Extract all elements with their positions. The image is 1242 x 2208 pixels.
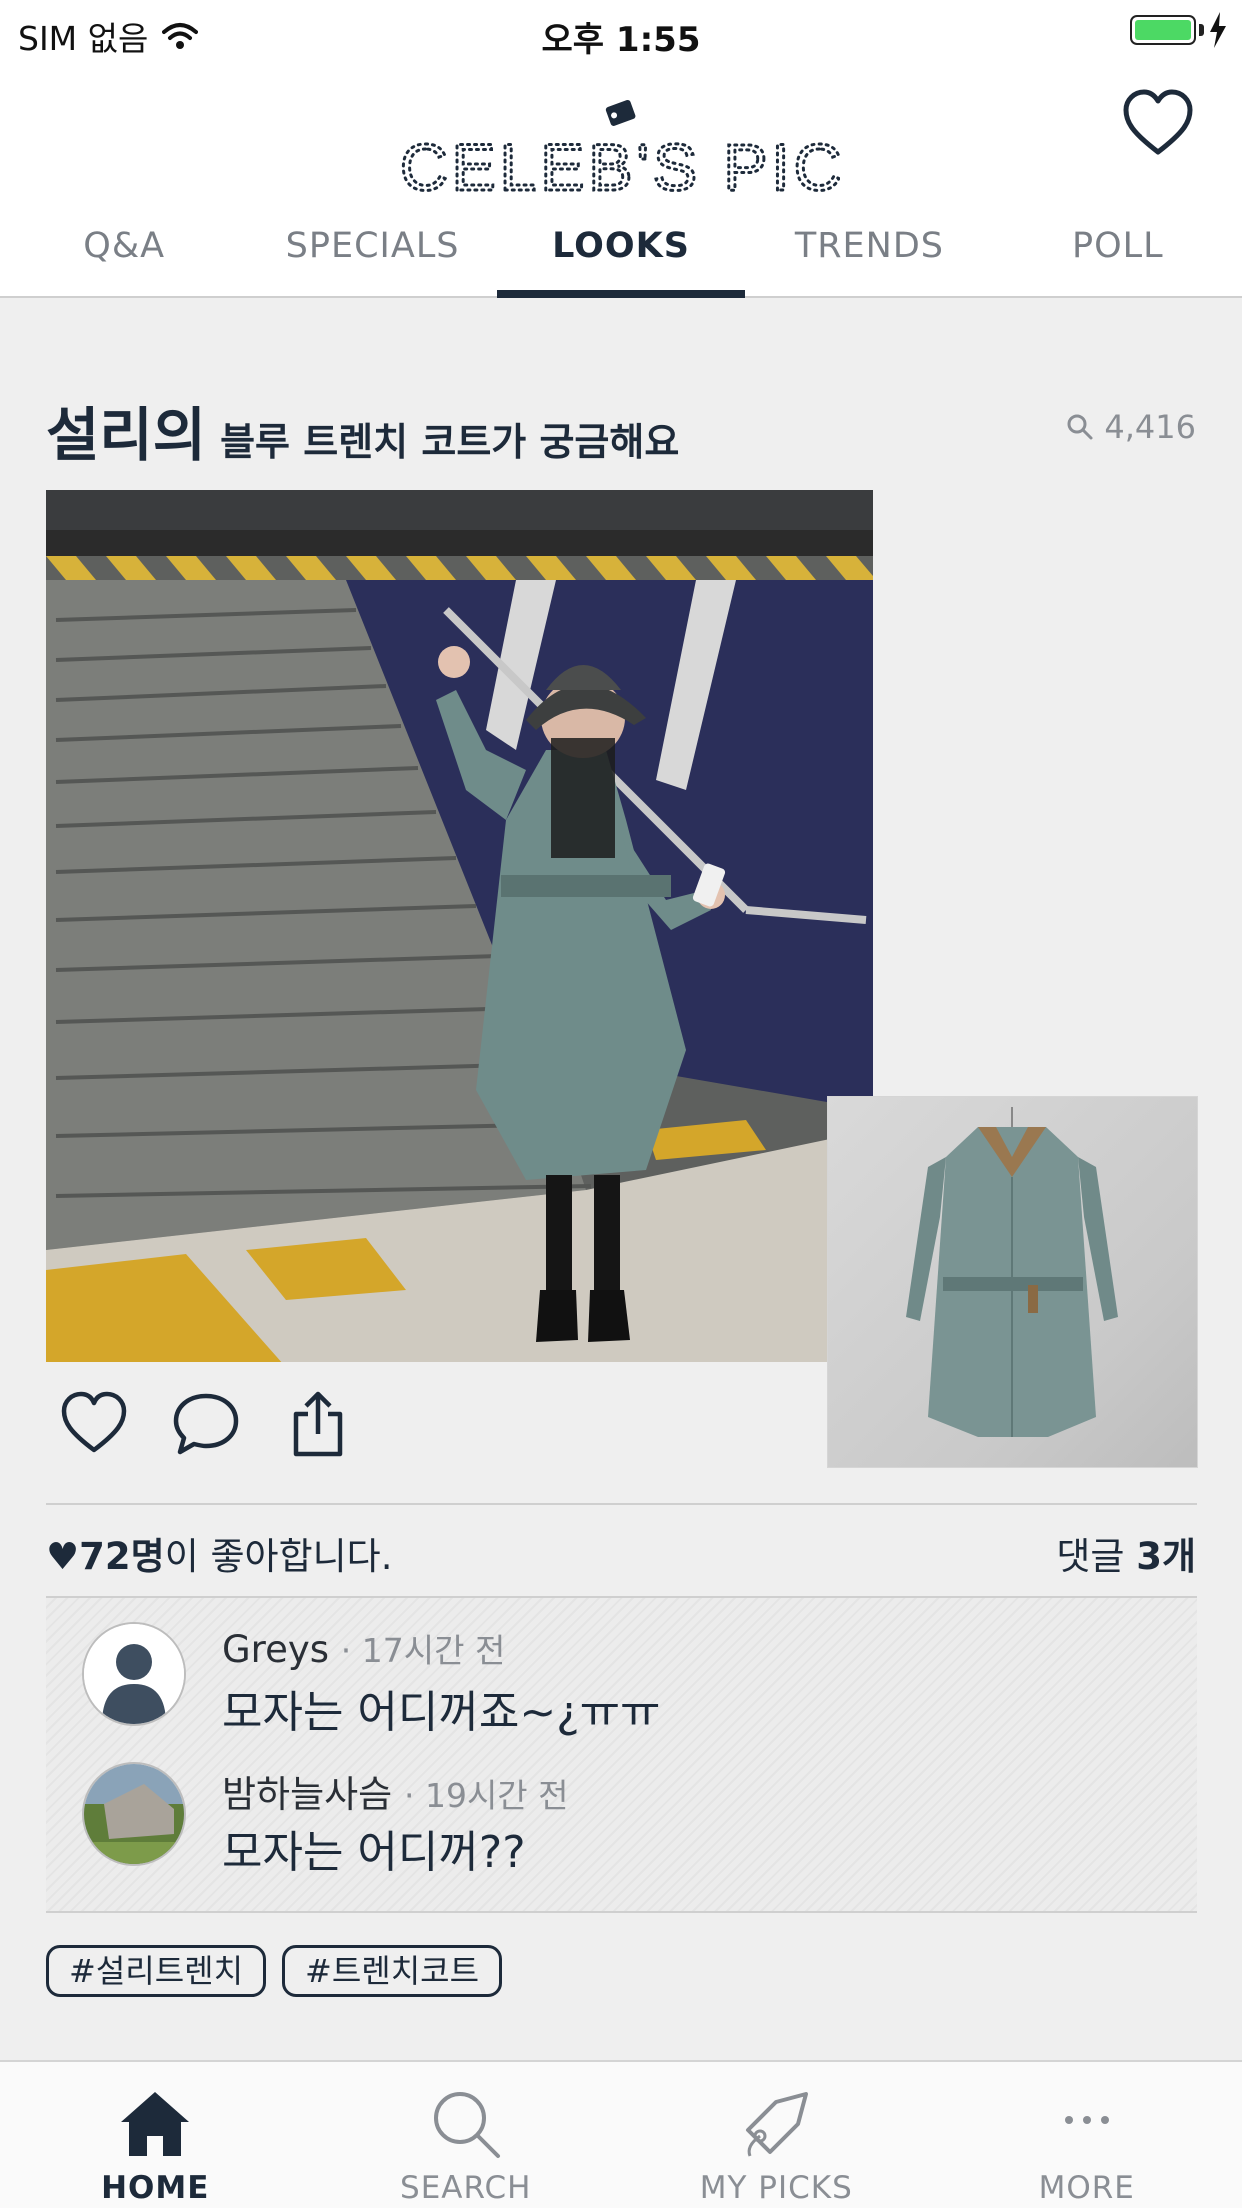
comments-list: Greys · 17시간 전 모자는 어디꺼죠~¿ㅠㅠ 밤하늘사슴 · 19시간… bbox=[46, 1598, 1197, 1912]
divider bbox=[46, 1911, 1197, 1913]
tab-poll[interactable]: POLL bbox=[994, 200, 1242, 296]
celeb-look-photo[interactable] bbox=[46, 490, 873, 1362]
tab-qa[interactable]: Q&A bbox=[0, 200, 248, 296]
comment-bubble-icon[interactable] bbox=[172, 1390, 240, 1458]
comment-meta: 밤하늘사슴 · 19시간 전 bbox=[222, 1773, 569, 1816]
nav-search[interactable]: SEARCH bbox=[311, 2062, 622, 2208]
view-count: 4,416 bbox=[1066, 408, 1196, 446]
app-header: CELEB'S PICK bbox=[0, 62, 1242, 200]
divider bbox=[46, 1503, 1197, 1505]
comment-text: 모자는 어디꺼?? bbox=[222, 1827, 526, 1878]
comments-count: 3개 bbox=[1136, 1535, 1196, 1578]
tab-specials[interactable]: SPECIALS bbox=[248, 200, 496, 296]
post-title: 설리의 블루 트렌치 코트가 궁금해요 bbox=[46, 388, 679, 472]
comment-item[interactable]: Greys · 17시간 전 모자는 어디꺼죠~¿ㅠㅠ bbox=[82, 1622, 1182, 1738]
likes-count: 72명 bbox=[79, 1535, 165, 1578]
nav-search-label: SEARCH bbox=[400, 2170, 532, 2206]
battery-icon bbox=[1130, 15, 1196, 45]
photo-illustration bbox=[46, 490, 873, 1362]
bottom-tab-bar: HOME SEARCH MY PICKS MORE bbox=[0, 2060, 1242, 2208]
celeb-name: 설리의 bbox=[46, 401, 207, 469]
post-actions bbox=[60, 1390, 352, 1458]
like-heart-icon[interactable] bbox=[60, 1390, 128, 1458]
product-thumbnail[interactable] bbox=[828, 1097, 1197, 1467]
charging-bolt-icon bbox=[1210, 12, 1226, 48]
hashtag-list: #설리트렌치 #트렌치코트 bbox=[46, 1945, 503, 1997]
comment-item[interactable]: 밤하늘사슴 · 19시간 전 모자는 어디꺼?? bbox=[82, 1762, 1182, 1878]
nav-my-picks[interactable]: MY PICKS bbox=[621, 2062, 932, 2208]
category-tabs: Q&A SPECIALS LOOKS TRENDS POLL bbox=[0, 200, 1242, 298]
hashtag-chip[interactable]: #트렌치코트 bbox=[282, 1945, 503, 1997]
battery-cap bbox=[1199, 24, 1204, 36]
more-dots-icon bbox=[1064, 2116, 1109, 2124]
tab-trends[interactable]: TRENDS bbox=[745, 200, 993, 296]
avatar[interactable] bbox=[82, 1622, 186, 1726]
tab-looks[interactable]: LOOKS bbox=[496, 200, 746, 298]
default-user-icon bbox=[84, 1624, 184, 1724]
trench-coat-image bbox=[906, 1107, 1118, 1437]
likes-summary[interactable]: ♥72명이 좋아합니다. bbox=[46, 1526, 392, 1580]
search-icon bbox=[433, 2092, 500, 2158]
comment-count-link[interactable]: 댓글 3개 bbox=[1056, 1526, 1196, 1580]
clock: 오후 1:55 bbox=[541, 20, 701, 60]
nav-more-label: MORE bbox=[1038, 2170, 1135, 2206]
comment-time: 17시간 전 bbox=[361, 1631, 506, 1670]
likes-suffix: 이 좋아합니다. bbox=[164, 1535, 393, 1578]
small-heart-icon: ♥ bbox=[46, 1535, 80, 1578]
status-bar: SIM 없음 오후 1:55 bbox=[0, 0, 1242, 62]
comment-text: 모자는 어디꺼죠~¿ㅠㅠ bbox=[222, 1687, 661, 1738]
comment-author[interactable]: 밤하늘사슴 bbox=[222, 1773, 392, 1816]
comments-label: 댓글 bbox=[1056, 1535, 1125, 1578]
nav-home[interactable]: HOME bbox=[0, 2062, 311, 2208]
tag-icon bbox=[746, 2092, 809, 2157]
favorite-heart-icon[interactable] bbox=[1122, 88, 1194, 160]
comment-time: 19시간 전 bbox=[424, 1776, 569, 1815]
nav-home-label: HOME bbox=[101, 2170, 210, 2206]
comment-meta: Greys · 17시간 전 bbox=[222, 1628, 506, 1671]
celebs-pick-logo[interactable]: CELEB'S PICK bbox=[400, 96, 840, 196]
nav-my-picks-label: MY PICKS bbox=[699, 2170, 853, 2206]
share-icon[interactable] bbox=[284, 1390, 352, 1458]
nav-more[interactable]: MORE bbox=[932, 2062, 1242, 2208]
comment-author[interactable]: Greys bbox=[222, 1628, 329, 1671]
avatar[interactable] bbox=[82, 1762, 186, 1866]
hashtag-chip[interactable]: #설리트렌치 bbox=[46, 1945, 267, 1997]
search-icon bbox=[1067, 414, 1093, 440]
view-count-value: 4,416 bbox=[1104, 408, 1196, 446]
svg-text:CELEB'S PICK: CELEB'S PICK bbox=[400, 130, 840, 196]
post-question: 블루 트렌치 코트가 궁금해요 bbox=[220, 420, 680, 464]
home-icon bbox=[121, 2092, 190, 2156]
user-photo-avatar bbox=[84, 1764, 184, 1864]
